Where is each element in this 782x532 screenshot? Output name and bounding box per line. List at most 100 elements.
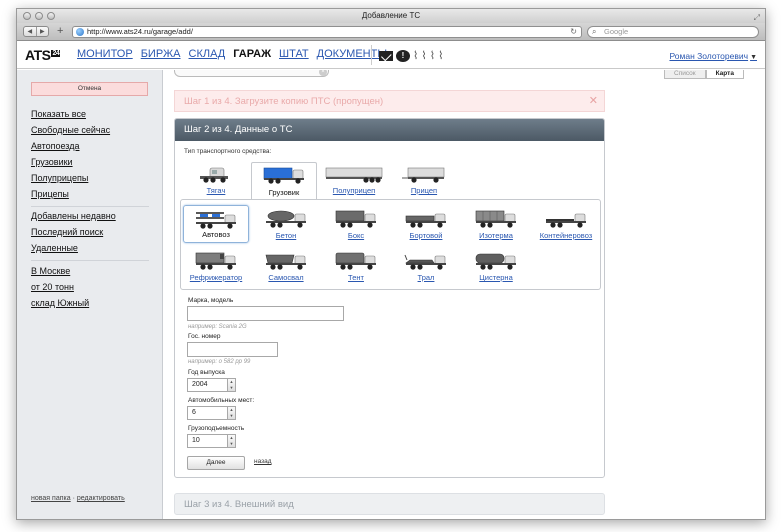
paperclip-icon[interactable]: ⌇ [438, 49, 443, 62]
sidebar-footer: новая папка · редактировать [31, 495, 125, 502]
edit-folders-link[interactable]: редактировать [77, 495, 125, 502]
trailer-icon [402, 167, 445, 183]
vehicle-type-label-text: Грузовик [268, 188, 300, 197]
close-window-button[interactable] [23, 12, 31, 20]
body-type-label: Трал [417, 273, 435, 282]
list-search-input[interactable]: × [174, 70, 329, 77]
stepper-arrows-icon[interactable]: ▲ ▼ [227, 407, 235, 419]
vehicle-type-label-text: Тягач [206, 186, 226, 195]
body-type-label: Цистерна [479, 273, 513, 282]
tent-truck-icon [335, 252, 376, 270]
browser-search-input[interactable]: ⌕ Google [587, 26, 759, 38]
tractor-icon [200, 167, 228, 183]
body-type-dump[interactable]: Самосвал [253, 247, 319, 285]
dump-truck-icon [265, 254, 306, 270]
capacity-stepper[interactable]: 10 ▲ ▼ [187, 434, 236, 448]
nav-divider [371, 45, 372, 65]
user-menu[interactable]: Роман Золоторевич ▼ [669, 51, 757, 61]
body-type-box[interactable]: Бокс [323, 205, 389, 243]
paperclip-icon[interactable]: ⌇ [413, 49, 418, 62]
url-text: http://www.ats24.ru/garage/add/ [87, 27, 193, 36]
globe-icon [76, 28, 84, 36]
year-stepper[interactable]: 2004 ▲ ▼ [187, 378, 236, 392]
car-slots-value: 6 [192, 409, 196, 416]
sidebar-item[interactable]: Грузовики [31, 154, 151, 170]
car-slots-stepper[interactable]: 6 ▲ ▼ [187, 406, 236, 420]
paperclip-icon[interactable]: ⌇ [430, 49, 435, 62]
flatbed-truck-icon [405, 213, 446, 228]
body-type-car-carrier[interactable]: Автовоз [183, 205, 249, 243]
sidebar-item[interactable]: Последний поиск [31, 224, 151, 240]
address-bar[interactable]: http://www.ats24.ru/garage/add/ ↻ [72, 26, 582, 38]
vehicle-type-trailer[interactable]: Прицеп [391, 162, 457, 198]
cancel-button[interactable]: Отмена [31, 82, 148, 96]
sidebar-item[interactable]: Полуприцепы [31, 170, 151, 186]
next-button[interactable]: Далее [187, 456, 245, 470]
tanker-truck-icon [475, 253, 516, 270]
body-type-label: Бетон [275, 231, 297, 240]
stepper-arrows-icon[interactable]: ▲ ▼ [227, 379, 235, 391]
body-type-lowboy[interactable]: Трал [393, 247, 459, 285]
body-type-label: Самосвал [268, 273, 304, 282]
sidebar-item[interactable]: Прицепы [31, 186, 151, 202]
new-tab-icon[interactable]: + [57, 24, 63, 38]
body-type-refrigerator[interactable]: Рефрижератор [183, 247, 249, 285]
search-placeholder: Google [604, 27, 629, 36]
paperclip-icon[interactable]: ⌇ [421, 49, 426, 62]
concrete-mixer-icon [266, 210, 306, 228]
close-icon[interactable]: ✕ [589, 91, 598, 112]
sidebar-item[interactable]: Добавлены недавно [31, 208, 151, 224]
zoom-window-button[interactable] [47, 12, 55, 20]
mail-icon[interactable] [379, 50, 393, 61]
forward-icon[interactable]: ▶ [37, 27, 49, 36]
nav-exchange[interactable]: БИРЖА [141, 48, 181, 60]
back-link[interactable]: назад [254, 458, 272, 465]
body-type-isotherm[interactable]: Изотерма [463, 205, 529, 243]
step-2-card: Шаг 2 из 4. Данные о ТС Тип транспортног… [174, 118, 605, 478]
truck-icon [263, 167, 304, 184]
step-1-banner[interactable]: Шаг 1 из 4. Загрузите копию ПТС (пропуще… [174, 90, 605, 112]
sidebar-item[interactable]: Показать все [31, 106, 151, 122]
stepper-arrows-icon[interactable]: ▲ ▼ [227, 435, 235, 447]
sidebar-group-folders: В Москве от 20 тонн склад Южный [31, 263, 151, 311]
vehicle-type-label: Тип транспортного средства: [184, 148, 272, 155]
body-type-concrete[interactable]: Бетон [253, 205, 319, 243]
plate-number-input[interactable] [187, 342, 278, 357]
container-carrier-icon [546, 213, 586, 228]
sidebar-item[interactable]: от 20 тонн [31, 279, 151, 295]
alert-icon[interactable]: ! [396, 49, 410, 62]
nav-documents[interactable]: ДОКУМЕНТЫ [317, 48, 387, 60]
vehicle-type-tractor[interactable]: Тягач [183, 162, 249, 198]
reload-icon[interactable]: ↻ [570, 27, 577, 37]
body-type-tanker[interactable]: Цистерна [463, 247, 529, 285]
body-type-flatbed[interactable]: Бортовой [393, 205, 459, 243]
nav-warehouse[interactable]: СКЛАД [189, 48, 226, 60]
logo[interactable]: ATS 24 [25, 47, 61, 63]
sidebar-item[interactable]: склад Южный [31, 295, 151, 311]
sidebar-group-filters: Показать все Свободные сейчас Автопоезда… [31, 106, 151, 202]
nav-staff[interactable]: ШТАТ [279, 48, 309, 60]
nav-monitor[interactable]: МОНИТОР [77, 48, 133, 60]
make-model-input[interactable] [187, 306, 344, 321]
sidebar-item[interactable]: Автопоезда [31, 138, 151, 154]
clear-icon[interactable]: × [319, 70, 327, 76]
tab-list[interactable]: Список [664, 70, 706, 79]
nav-garage[interactable]: ГАРАЖ [233, 48, 271, 60]
sidebar-item[interactable]: В Москве [31, 263, 151, 279]
body-type-tent[interactable]: Тент [323, 247, 389, 285]
step-3-banner[interactable]: Шаг 3 из 4. Внешний вид [174, 493, 605, 515]
body-type-container[interactable]: Контейнеровоз [533, 205, 599, 243]
refrigerator-truck-icon [195, 252, 236, 270]
title-bar: Добавление ТС ⤢ [17, 9, 765, 23]
tab-map[interactable]: Карта [705, 70, 744, 79]
main-content: × Список Карта Шаг 1 из 4. Загрузите коп… [164, 70, 765, 519]
back-icon[interactable]: ◀ [24, 27, 37, 36]
capacity-value: 10 [192, 437, 200, 444]
vehicle-type-truck[interactable]: Грузовик [251, 162, 317, 200]
sidebar-item[interactable]: Свободные сейчас [31, 122, 151, 138]
year-label: Год выпуска [188, 369, 225, 376]
vehicle-type-semitrailer[interactable]: Полуприцеп [321, 162, 387, 198]
new-folder-link[interactable]: новая папка [31, 495, 71, 502]
sidebar-item[interactable]: Удаленные [31, 240, 151, 256]
minimize-window-button[interactable] [35, 12, 43, 20]
